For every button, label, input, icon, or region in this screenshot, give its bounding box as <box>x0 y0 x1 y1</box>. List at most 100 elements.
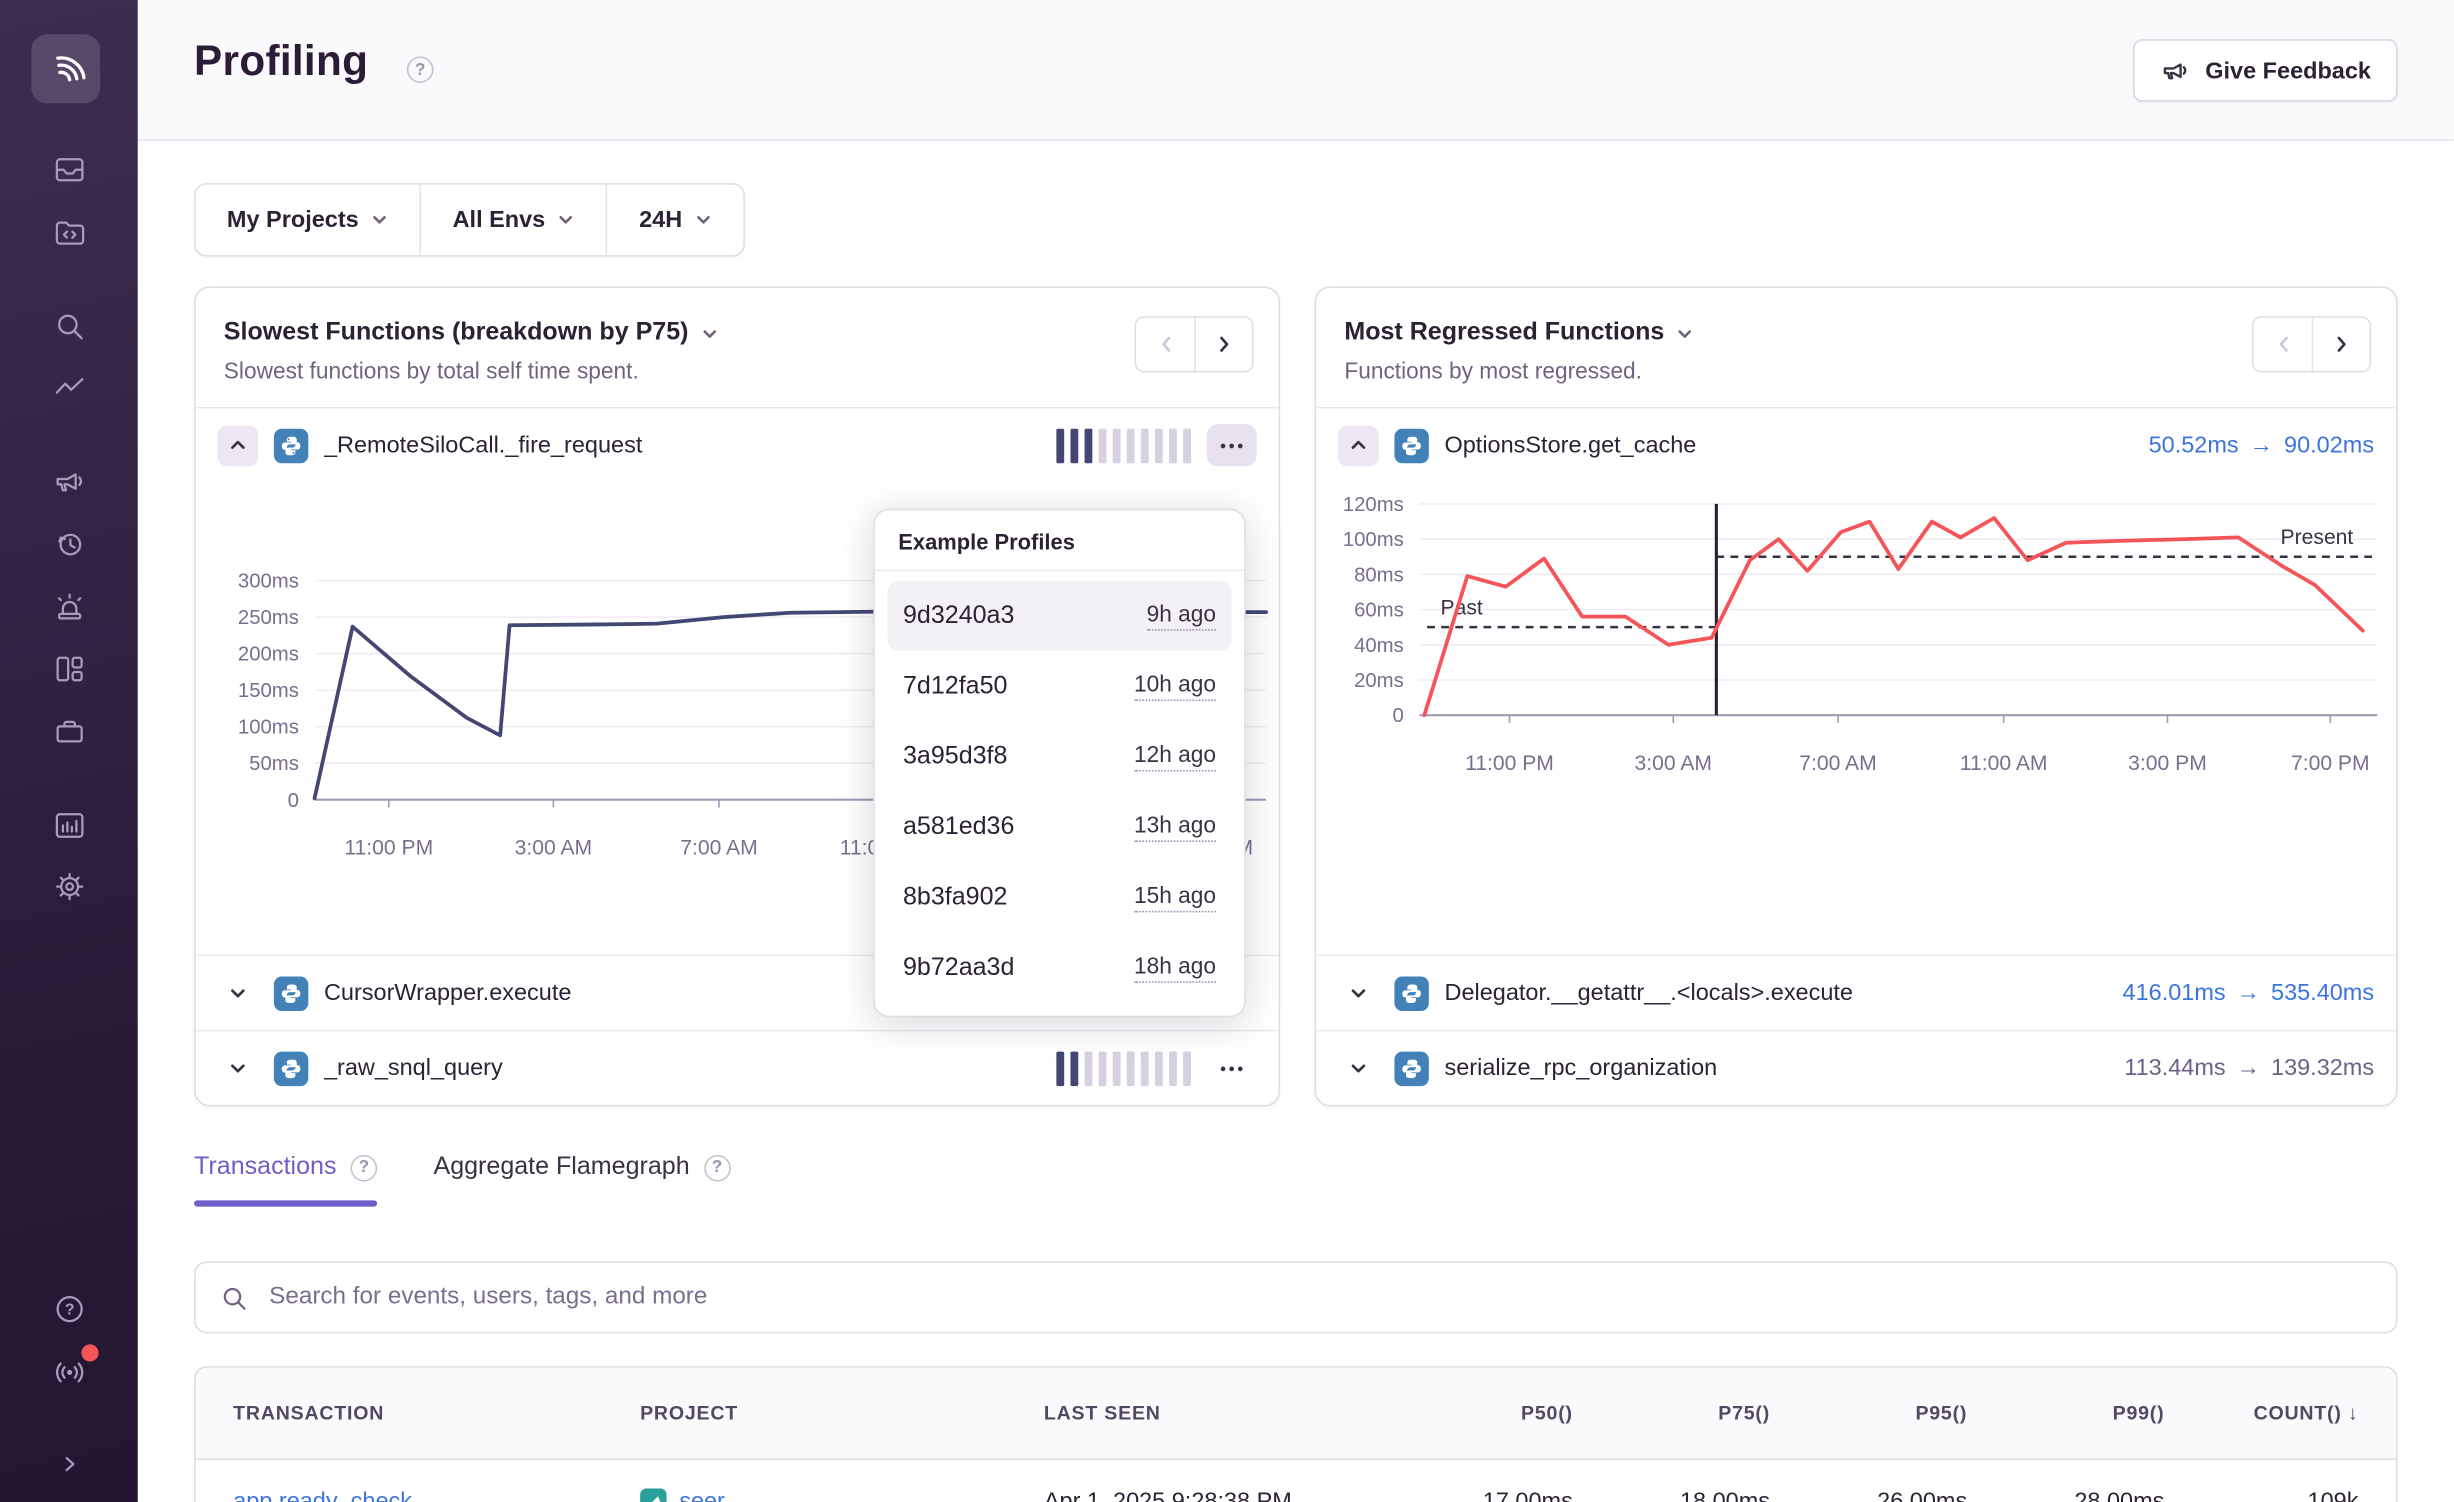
next-page-button[interactable] <box>1194 318 1252 371</box>
profile-count-bars <box>1056 428 1191 462</box>
col-p95[interactable]: P95() <box>1770 1402 1967 1424</box>
give-feedback-button[interactable]: Give Feedback <box>2133 39 2397 102</box>
expand-row-button[interactable] <box>1338 1048 1379 1089</box>
sentry-logo[interactable] <box>31 34 100 103</box>
col-project[interactable]: PROJECT <box>640 1402 1044 1424</box>
profile-id[interactable]: 3a95d3f8 <box>903 743 1007 771</box>
row-actions-button[interactable] <box>1207 1047 1257 1089</box>
profile-id[interactable]: 7d12fa50 <box>903 672 1007 700</box>
row-actions-button[interactable] <box>1207 424 1257 466</box>
profile-id[interactable]: 9d3240a3 <box>903 602 1014 630</box>
sidebar-item-replays[interactable] <box>50 524 88 562</box>
environment-filter[interactable]: All Envs <box>420 185 607 255</box>
python-icon <box>1394 428 1428 462</box>
profile-item[interactable]: 9d3240a3 9h ago <box>887 581 1231 651</box>
sidebar-item-settings[interactable] <box>50 867 88 905</box>
tab-help-icon[interactable]: ? <box>704 1154 731 1181</box>
project-filter[interactable]: My Projects <box>196 185 420 255</box>
tab-help-icon[interactable]: ? <box>351 1154 378 1181</box>
tab-transactions-label: Transactions <box>194 1153 336 1181</box>
page-title-help-icon[interactable]: ? <box>407 56 434 83</box>
project-cell[interactable]: seer <box>640 1488 1044 1502</box>
sidebar-item-projects[interactable] <box>50 213 88 251</box>
tab-aggregate-flamegraph[interactable]: Aggregate Flamegraph ? <box>434 1153 731 1206</box>
chevron-down-icon <box>1347 1058 1369 1078</box>
sidebar-item-stats[interactable] <box>50 806 88 844</box>
regression-values[interactable]: 50.52ms → 90.02ms <box>2149 432 2375 459</box>
regression-values[interactable]: 113.44ms → 139.32ms <box>2124 1055 2374 1082</box>
regression-values[interactable]: 416.01ms → 535.40ms <box>2123 980 2375 1007</box>
svg-text:40ms: 40ms <box>1354 635 1404 657</box>
regressed-function-row[interactable]: serialize_rpc_organization 113.44ms → 13… <box>1316 1030 2396 1105</box>
most-regressed-chart: 020ms40ms60ms80ms100ms120ms11:00 PM3:00 … <box>1316 482 2396 779</box>
after-value: 139.32ms <box>2271 1055 2374 1082</box>
environment-filter-label: All Envs <box>453 207 546 234</box>
regressed-function-row[interactable]: Delegator.__getattr__.<locals>.execute 4… <box>1316 955 2396 1030</box>
sidebar-item-feedback[interactable] <box>50 462 88 500</box>
tab-transactions[interactable]: Transactions ? <box>194 1153 377 1206</box>
arrow-right-icon: → <box>2250 432 2273 459</box>
most-regressed-title[interactable]: Most Regressed Functions <box>1344 319 2368 347</box>
col-p75[interactable]: P75() <box>1573 1402 1770 1424</box>
profile-id[interactable]: 9b72aa3d <box>903 954 1014 982</box>
example-profiles-dropdown: Example Profiles 9d3240a3 9h ago 7d12fa5… <box>873 509 1245 1018</box>
megaphone-icon <box>2160 55 2191 86</box>
table-row[interactable]: app.ready_check seer Apr 1, 2025 9:28:38… <box>196 1460 2396 1502</box>
sidebar-item-issues[interactable] <box>50 150 88 188</box>
slowest-function-row[interactable]: _RemoteSiloCall._fire_request <box>196 407 1279 482</box>
col-last-seen[interactable]: LAST SEEN <box>1044 1402 1376 1424</box>
search-icon <box>219 1283 249 1313</box>
col-p99[interactable]: P99() <box>1967 1402 2164 1424</box>
whats-new-button[interactable] <box>50 1351 88 1389</box>
function-name: Delegator.__getattr__.<locals>.execute <box>1444 980 2106 1007</box>
profile-item[interactable]: 3a95d3f8 12h ago <box>887 721 1231 791</box>
example-profiles-list: 9d3240a3 9h ago 7d12fa50 10h ago 3a95d3f… <box>875 571 1244 1015</box>
filter-bar: My Projects All Envs 24H <box>194 183 745 257</box>
example-profiles-title: Example Profiles <box>875 510 1244 571</box>
function-name: OptionsStore.get_cache <box>1444 432 2132 459</box>
sidebar-item-alerts[interactable] <box>50 587 88 625</box>
transaction-link[interactable]: app.ready_check <box>233 1488 412 1502</box>
prev-page-button[interactable] <box>1136 318 1194 371</box>
chevron-down-icon <box>1677 325 1694 342</box>
profile-item[interactable]: 7d12fa50 10h ago <box>887 651 1231 721</box>
slowest-functions-title[interactable]: Slowest Functions (breakdown by P75) <box>224 319 1251 347</box>
svg-text:?: ? <box>64 1301 74 1318</box>
project-seer-icon <box>640 1488 667 1502</box>
collapse-sidebar-button[interactable] <box>50 1444 88 1482</box>
expand-row-button[interactable] <box>218 973 259 1014</box>
page-header: Profiling ? Give Feedback <box>138 0 2454 141</box>
collapse-row-button[interactable] <box>1338 425 1379 466</box>
profile-id[interactable]: 8b3fa902 <box>903 883 1007 911</box>
date-range-filter[interactable]: 24H <box>606 185 743 255</box>
profile-id[interactable]: a581ed36 <box>903 813 1014 841</box>
regressed-function-row[interactable]: OptionsStore.get_cache 50.52ms → 90.02ms <box>1316 407 2396 482</box>
project-link[interactable]: seer <box>679 1488 725 1502</box>
last-seen-cell: Apr 1, 2025 9:28:38 PM <box>1044 1488 1376 1502</box>
profile-item[interactable]: 9b72aa3d 18h ago <box>887 933 1231 1003</box>
slowest-function-row[interactable]: _raw_snql_query <box>196 1030 1279 1105</box>
chevron-right-icon <box>2332 333 2351 355</box>
sidebar-item-dashboards[interactable] <box>50 649 88 687</box>
expand-row-button[interactable] <box>1338 973 1379 1014</box>
col-p50[interactable]: P50() <box>1376 1402 1573 1424</box>
expand-row-button[interactable] <box>218 1048 259 1089</box>
next-page-button[interactable] <box>2312 318 2370 371</box>
chevron-up-icon <box>1347 435 1369 455</box>
profile-count-bars <box>1056 1051 1191 1085</box>
chevron-down-icon <box>1347 983 1369 1003</box>
help-button[interactable]: ? <box>50 1290 88 1328</box>
sidebar-item-performance[interactable] <box>50 369 88 407</box>
collapse-row-button[interactable] <box>218 425 259 466</box>
give-feedback-label: Give Feedback <box>2205 57 2371 84</box>
col-transaction[interactable]: TRANSACTION <box>233 1402 640 1424</box>
python-icon <box>274 976 308 1010</box>
search-input[interactable] <box>266 1282 2372 1313</box>
sidebar-item-releases[interactable] <box>50 712 88 750</box>
col-count[interactable]: COUNT()↓ <box>2164 1402 2358 1424</box>
profile-item[interactable]: a581ed36 13h ago <box>887 792 1231 862</box>
prev-page-button[interactable] <box>2254 318 2312 371</box>
sidebar-item-explore[interactable] <box>50 307 88 345</box>
date-range-filter-label: 24H <box>639 207 682 234</box>
profile-item[interactable]: 8b3fa902 15h ago <box>887 862 1231 932</box>
